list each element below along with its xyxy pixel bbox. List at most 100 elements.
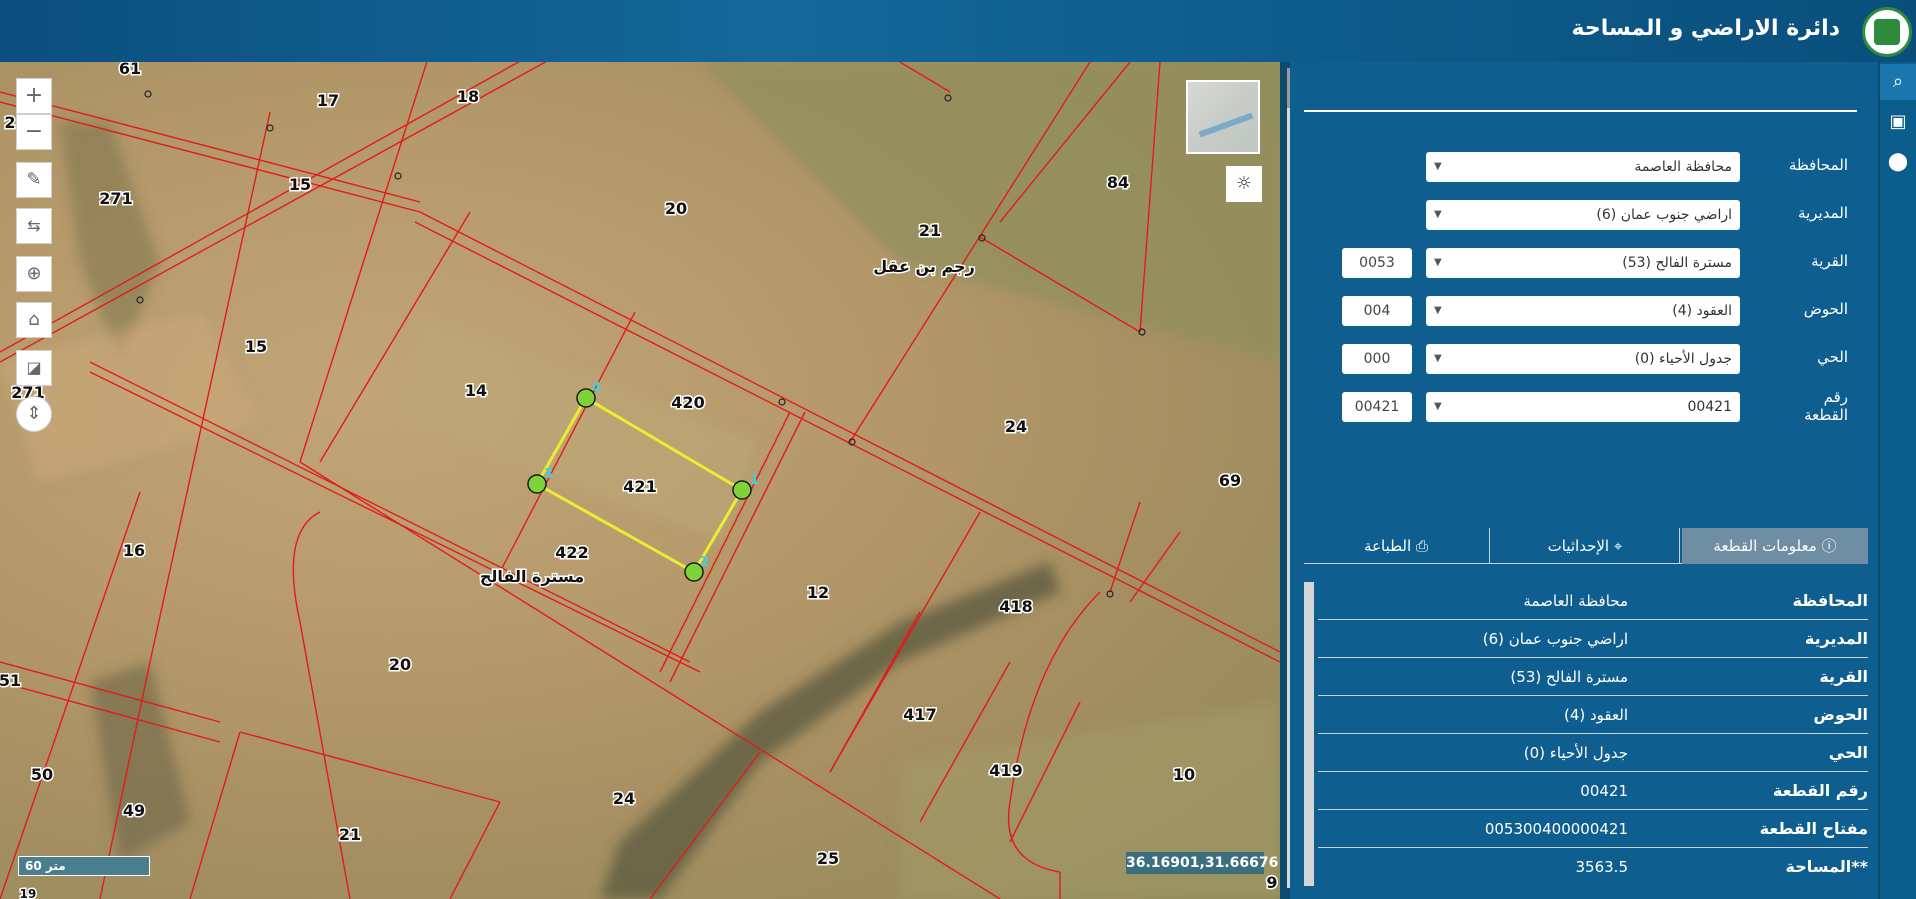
coordinates-readout: 36.16901,31.66676 [1126, 852, 1278, 874]
village-code-input[interactable]: 0053 [1342, 248, 1412, 278]
parcel-label: 24 [1005, 417, 1027, 436]
parcel-label: 10 [1173, 765, 1195, 784]
vertex-label: 4 [592, 381, 601, 396]
wallet-icon[interactable]: ▣ [1880, 104, 1916, 140]
form-row-basin: الحوض العقود (4) ▼ 004 [1290, 296, 1878, 326]
parcel-label: 17 [317, 91, 339, 110]
directorate-select[interactable]: اراضي جنوب عمان (6) ▼ [1426, 200, 1740, 230]
info-key: الحوض [1813, 705, 1868, 724]
parcel-label: 25 [817, 849, 839, 868]
coordinates-icon: ⌖ [1613, 537, 1623, 555]
parcel-label: 421 [623, 477, 656, 496]
info-value: العقود (4) [1563, 706, 1628, 724]
info-value: 00421 [1580, 782, 1628, 800]
parcel-label: 24 [613, 789, 635, 808]
map-view[interactable]: 4 1 2 3 61 17 18 15 271 20 84 21 15 14 4… [0, 62, 1280, 899]
scale-bar: 60 متر [18, 856, 150, 876]
info-key: رقم القطعة [1772, 781, 1868, 800]
panel-divider [1304, 110, 1857, 112]
district-code-input[interactable]: 000 [1342, 344, 1412, 374]
vertex-label: 1 [750, 473, 759, 488]
draw-icon[interactable]: ✎ [16, 162, 52, 198]
info-value: محافظة العاصمة [1523, 592, 1628, 610]
parcel-label: 12 [807, 583, 829, 602]
scrollbar[interactable] [1304, 582, 1314, 886]
parcel-label: 2 [4, 113, 15, 132]
info-value: 3563.5 [1575, 858, 1629, 876]
chevron-down-icon: ▼ [1434, 257, 1442, 268]
table-row: المديرية اراضي جنوب عمان (6) [1318, 620, 1868, 658]
parcel-label: 69 [1219, 471, 1241, 490]
form-row-parcel: رقم القطعة 00421 ▼ 00421 [1290, 388, 1878, 424]
app-header: دائرة الاراضي و المساحة [0, 0, 1916, 62]
form-label: المديرية [1798, 204, 1848, 222]
info-key: المديرية [1804, 629, 1868, 648]
basemap-toggle-icon[interactable]: ☼ [1226, 166, 1262, 202]
location-pin-icon[interactable]: ⬤ [1880, 144, 1916, 180]
vertex-label: 2 [700, 555, 709, 570]
parcel-label: 15 [289, 175, 311, 194]
search-icon[interactable]: ⌕ [1880, 64, 1916, 100]
locate-icon[interactable]: ⊕ [16, 256, 52, 292]
place-name-label: مسترة الفالح [480, 567, 584, 586]
form-row-governorate: المحافظة محافظة العاصمة ▼ [1290, 152, 1878, 182]
overview-minimap[interactable] [1186, 80, 1260, 154]
form-label: رقم القطعة [1804, 388, 1848, 424]
parcel-label: 50 [31, 765, 53, 784]
parcel-label: 21 [339, 825, 361, 844]
tab-coordinates[interactable]: ⌖ الإحداثيات [1492, 528, 1678, 564]
parcel-label: 20 [389, 655, 411, 674]
parcel-label: 15 [245, 337, 267, 356]
form-label: القرية [1811, 252, 1848, 270]
basin-code-input[interactable]: 004 [1342, 296, 1412, 326]
basin-select[interactable]: العقود (4) ▼ [1426, 296, 1740, 326]
table-row: المحافظة محافظة العاصمة [1318, 582, 1868, 620]
measure-icon[interactable]: ⇆ [16, 208, 52, 244]
zoom-in-icon[interactable]: + [16, 78, 52, 114]
governorate-select[interactable]: محافظة العاصمة ▼ [1426, 152, 1740, 182]
parcel-label: 19 [20, 887, 37, 899]
info-key: مفتاح القطعة [1759, 819, 1868, 838]
form-label: الحي [1817, 348, 1848, 366]
info-value: اراضي جنوب عمان (6) [1482, 630, 1628, 648]
info-value: مسترة الفالح (53) [1510, 668, 1628, 686]
info-key: الحي [1828, 743, 1868, 762]
parcel-label: 419 [989, 761, 1022, 780]
home-icon[interactable]: ⌂ [16, 302, 52, 338]
parcel-label: 420 [671, 393, 704, 412]
parcel-label: 422 [555, 543, 588, 562]
compass-icon[interactable]: ⇕ [16, 396, 52, 432]
table-row: رقم القطعة 00421 [1318, 772, 1868, 810]
table-row: الحي جدول الأحياء (0) [1318, 734, 1868, 772]
parcel-label: 18 [457, 87, 479, 106]
village-select[interactable]: مسترة الفالح (53) ▼ [1426, 248, 1740, 278]
info-key: المحافظة [1792, 591, 1868, 610]
info-value: 005300400000421 [1484, 820, 1628, 838]
chevron-down-icon: ▼ [1434, 209, 1442, 220]
parcel-label: 271 [99, 189, 132, 208]
district-select[interactable]: جدول الأحياء (0) ▼ [1426, 344, 1740, 374]
parcel-number-select[interactable]: 00421 ▼ [1426, 392, 1740, 422]
app-title: دائرة الاراضي و المساحة [1571, 16, 1840, 41]
info-key: **المساحة [1785, 857, 1868, 876]
dls-logo-icon[interactable] [1862, 7, 1912, 57]
table-row: القرية مسترة الفالح (53) [1318, 658, 1868, 696]
chart-icon[interactable]: ◪ [16, 350, 52, 386]
parcel-label: 9 [1266, 873, 1277, 892]
table-row: **المساحة 3563.5 [1318, 848, 1869, 886]
chevron-down-icon: ▼ [1434, 353, 1442, 364]
place-name-label: رجم بن عقل [873, 257, 975, 276]
parcel-label: 16 [123, 541, 145, 560]
print-icon: ⎙ [1415, 537, 1428, 555]
tab-print[interactable]: ⎙ الطباعة [1304, 528, 1488, 564]
parcel-label: 418 [999, 597, 1032, 616]
form-row-directorate: المديرية اراضي جنوب عمان (6) ▼ [1290, 200, 1878, 230]
parcel-label: 84 [1107, 173, 1129, 192]
form-label: الحوض [1803, 300, 1848, 318]
tab-parcel-info[interactable]: ⓘ معلومات القطعة [1682, 528, 1868, 564]
zoom-out-icon[interactable]: − [16, 114, 52, 150]
parcel-code-input[interactable]: 00421 [1342, 392, 1412, 422]
parcel-info-table: المحافظة محافظة العاصمة المديرية اراضي ج… [1304, 582, 1868, 894]
table-row: الحوض العقود (4) [1318, 696, 1868, 734]
info-key: القرية [1819, 667, 1868, 686]
